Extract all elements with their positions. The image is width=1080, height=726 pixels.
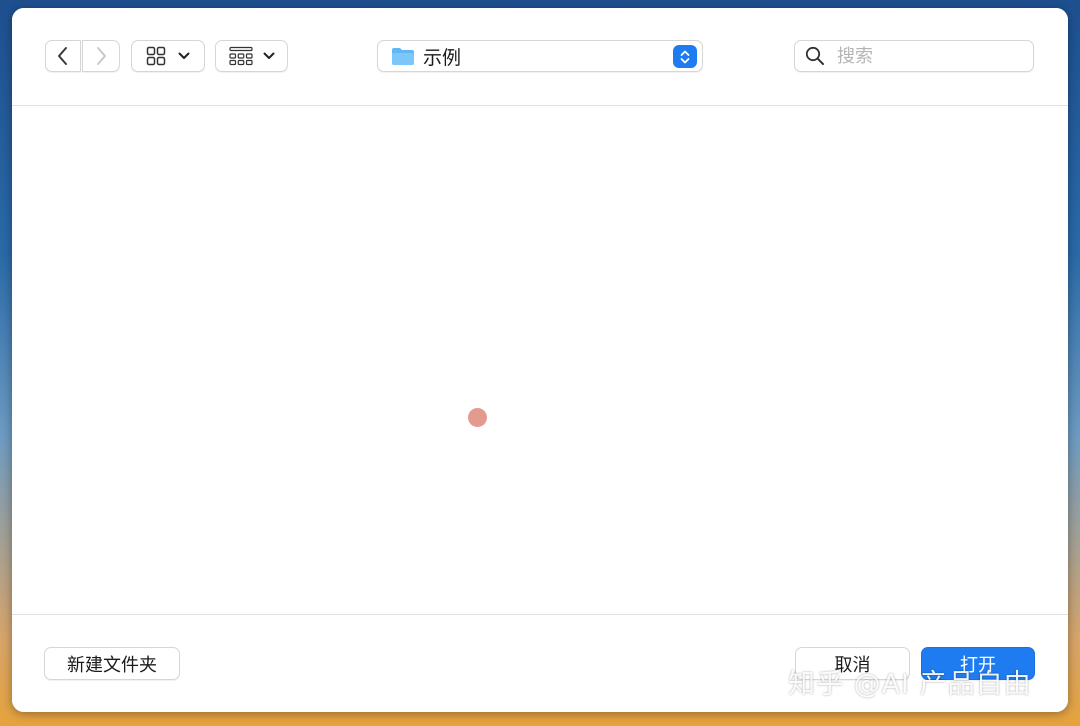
new-folder-button[interactable]: 新建文件夹 <box>44 647 180 680</box>
location-label: 示例 <box>423 46 462 69</box>
folder-icon <box>392 48 414 65</box>
chevron-down-icon <box>178 52 190 59</box>
cursor-indicator <box>468 408 487 427</box>
toolbar: 示例 <box>12 8 1068 106</box>
back-button[interactable] <box>45 40 81 72</box>
view-mode-button[interactable] <box>131 40 205 72</box>
file-browser-area[interactable] <box>12 106 1068 614</box>
watermark-text: 知乎 @AI 产品自由 <box>788 669 1032 700</box>
search-icon <box>805 46 824 65</box>
chevron-right-icon <box>97 47 106 65</box>
search-input[interactable] <box>835 44 1019 68</box>
forward-button[interactable] <box>82 40 120 72</box>
grid-view-icon <box>146 46 166 66</box>
group-by-button[interactable] <box>215 40 288 72</box>
search-field[interactable] <box>794 40 1034 72</box>
open-file-dialog: 示例 新建文件夹 取消 打开 <box>12 8 1068 712</box>
updown-chevron-icon <box>673 45 697 68</box>
chevron-left-icon <box>58 47 67 65</box>
location-popup[interactable]: 示例 <box>377 40 703 72</box>
group-icon <box>228 46 253 66</box>
chevron-down-icon <box>263 52 274 59</box>
